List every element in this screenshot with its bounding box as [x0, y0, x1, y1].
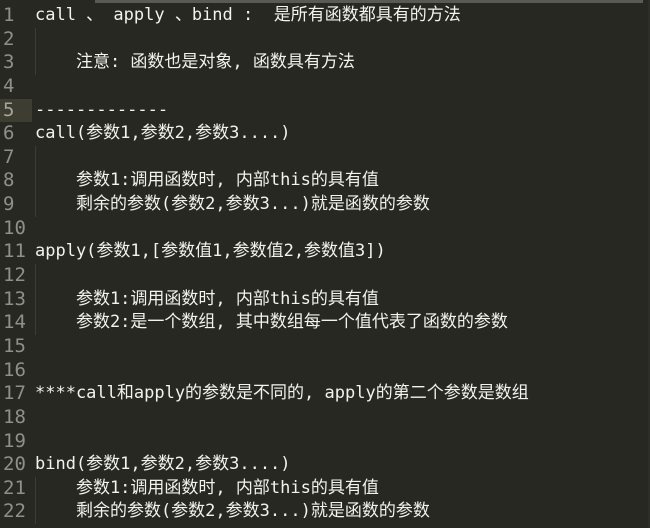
- code-text[interactable]: 参数1:调用函数时, 内部this的具有值: [32, 476, 650, 501]
- code-line[interactable]: 13 参数1:调用函数时, 内部this的具有值: [0, 287, 650, 312]
- code-text[interactable]: 参数1:调用函数时, 内部this的具有值: [32, 287, 650, 312]
- code-line[interactable]: 19: [0, 430, 650, 454]
- code-text[interactable]: bind(参数1,参数2,参数3....): [32, 453, 650, 477]
- code-line[interactable]: 7: [0, 145, 650, 170]
- code-line[interactable]: 20 bind(参数1,参数2,参数3....): [0, 453, 650, 477]
- code-text[interactable]: 参数2:是一个数组, 其中数组每一个值代表了函数的参数: [32, 311, 650, 335]
- code-line-active[interactable]: 5 -------------: [0, 98, 650, 123]
- line-number: 16: [3, 358, 26, 381]
- code-line[interactable]: 16: [0, 359, 650, 383]
- line-number: 12: [3, 264, 26, 287]
- code-text[interactable]: call(参数1,参数2,参数3....): [32, 122, 650, 146]
- code-line[interactable]: 21 参数1:调用函数时, 内部this的具有值: [0, 476, 650, 501]
- line-number: 20: [3, 453, 26, 476]
- code-text[interactable]: 注意: 函数也是对象, 函数具有方法: [32, 51, 650, 75]
- code-text[interactable]: [32, 406, 650, 430]
- code-line[interactable]: 1 call 、 apply 、bind : 是所有函数都具有的方法: [0, 4, 650, 28]
- line-number: 22: [3, 500, 26, 523]
- code-line[interactable]: 2: [0, 27, 650, 52]
- code-text[interactable]: 剩余的参数(参数2,参数3...)就是函数的参数: [32, 193, 650, 217]
- line-number: 8: [3, 169, 15, 192]
- code-editor[interactable]: 1 call 、 apply 、bind : 是所有函数都具有的方法 2 3 注…: [0, 4, 650, 524]
- line-number: 1: [3, 4, 15, 26]
- line-number: 9: [3, 193, 15, 216]
- code-line[interactable]: 3 注意: 函数也是对象, 函数具有方法: [0, 51, 650, 75]
- code-line[interactable]: 9 剩余的参数(参数2,参数3...)就是函数的参数: [0, 193, 650, 217]
- code-line[interactable]: 22 剩余的参数(参数2,参数3...)就是函数的参数: [0, 500, 650, 524]
- code-line[interactable]: 15: [0, 335, 650, 359]
- line-number: 6: [3, 122, 15, 145]
- horizontal-scrollbar[interactable]: [95, 0, 643, 3]
- code-text[interactable]: [32, 75, 650, 99]
- code-line[interactable]: 18: [0, 406, 650, 430]
- code-line[interactable]: 11 apply(参数1,[参数值1,参数值2,参数值3]): [0, 240, 650, 264]
- line-number: 3: [3, 51, 15, 74]
- code-line[interactable]: 10: [0, 217, 650, 241]
- code-text[interactable]: -------------: [32, 99, 650, 123]
- line-number: 11: [3, 240, 26, 263]
- code-text[interactable]: [32, 217, 650, 241]
- line-number-active: 5: [0, 98, 32, 123]
- code-text[interactable]: apply(参数1,[参数值1,参数值2,参数值3]): [32, 240, 650, 264]
- line-number: 17: [3, 382, 26, 405]
- code-line[interactable]: 12: [0, 264, 650, 288]
- line-number: 4: [3, 74, 15, 97]
- code-line[interactable]: 8 参数1:调用函数时, 内部this的具有值: [0, 169, 650, 193]
- line-number: 21: [3, 476, 26, 499]
- code-text[interactable]: [32, 430, 650, 454]
- code-text[interactable]: [32, 264, 650, 288]
- code-line[interactable]: 6 call(参数1,参数2,参数3....): [0, 122, 650, 146]
- code-line[interactable]: 17 ****call和apply的参数是不同的, apply的第二个参数是数组: [0, 382, 650, 406]
- code-text[interactable]: [32, 27, 650, 52]
- code-text[interactable]: ****call和apply的参数是不同的, apply的第二个参数是数组: [32, 382, 650, 406]
- line-number: 10: [3, 216, 26, 239]
- code-text[interactable]: call 、 apply 、bind : 是所有函数都具有的方法: [32, 4, 650, 28]
- code-text[interactable]: [32, 359, 650, 383]
- line-number: 7: [3, 145, 15, 168]
- line-number: 2: [3, 27, 15, 50]
- line-number: 14: [3, 311, 26, 334]
- code-text[interactable]: 参数1:调用函数时, 内部this的具有值: [32, 169, 650, 193]
- code-text[interactable]: [32, 335, 650, 359]
- code-line[interactable]: 4: [0, 75, 650, 99]
- line-number: 15: [3, 334, 26, 357]
- code-text[interactable]: [32, 145, 650, 170]
- code-line[interactable]: 14 参数2:是一个数组, 其中数组每一个值代表了函数的参数: [0, 311, 650, 335]
- code-text[interactable]: 剩余的参数(参数2,参数3...)就是函数的参数: [32, 500, 650, 524]
- line-number: 18: [3, 405, 26, 428]
- line-number: 19: [3, 429, 26, 452]
- line-number: 13: [3, 287, 26, 310]
